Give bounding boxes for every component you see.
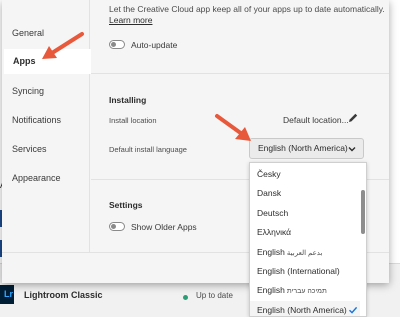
install-location-label: Install location: [109, 116, 157, 125]
sidebar-item-services[interactable]: Services: [12, 144, 47, 154]
section-divider: [91, 73, 389, 74]
language-option[interactable]: Deutsch: [250, 204, 360, 223]
sidebar-item-notifications[interactable]: Notifications: [12, 115, 61, 125]
status-dot-icon: [183, 295, 188, 300]
sidebar-item-appearance[interactable]: Appearance: [12, 173, 61, 183]
language-option[interactable]: English תמיכה עברית: [250, 281, 360, 300]
preferences-sidebar: General Apps Syncing Notifications Servi…: [2, 0, 92, 252]
installing-section-title: Installing: [109, 95, 147, 105]
language-option[interactable]: Ελληνικά: [250, 223, 360, 242]
default-language-value: English (North America): [258, 143, 348, 153]
sidebar-item-general[interactable]: General: [12, 28, 44, 38]
checkmark-icon: [349, 306, 358, 314]
language-dropdown-list: Česky Dansk Deutsch Ελληνικά English بدعم…: [249, 162, 367, 317]
settings-section-title: Settings: [109, 200, 143, 210]
language-option[interactable]: English بدعم العربية: [250, 243, 360, 262]
language-option[interactable]: English (International): [250, 262, 360, 281]
install-location-value[interactable]: Default location...: [283, 115, 349, 125]
background-app-status: Up to date: [196, 291, 233, 300]
dropdown-scrollbar[interactable]: [360, 165, 365, 316]
auto-update-label: Auto-update: [131, 40, 178, 50]
dropdown-scrollbar-thumb[interactable]: [361, 190, 365, 234]
auto-update-description: Let the Creative Cloud app keep all of y…: [109, 4, 385, 14]
sidebar-item-syncing[interactable]: Syncing: [12, 86, 44, 96]
default-language-label: Default install language: [109, 145, 187, 154]
default-language-select[interactable]: English (North America): [249, 138, 364, 159]
language-option[interactable]: Česky: [250, 165, 360, 184]
background-app-name: Lightroom Classic: [24, 290, 103, 300]
auto-update-toggle[interactable]: [109, 40, 125, 49]
chevron-down-icon: [348, 147, 356, 152]
language-option[interactable]: Dansk: [250, 184, 360, 203]
language-option-selected[interactable]: English (North America): [250, 300, 360, 316]
show-older-apps-label: Show Older Apps: [131, 222, 197, 232]
sidebar-item-apps[interactable]: Apps: [4, 49, 92, 74]
edit-pencil-icon[interactable]: [347, 112, 359, 124]
show-older-apps-toggle[interactable]: [109, 222, 125, 231]
learn-more-link[interactable]: Learn more: [109, 15, 152, 25]
lightroom-app-icon: Lr: [0, 285, 14, 304]
